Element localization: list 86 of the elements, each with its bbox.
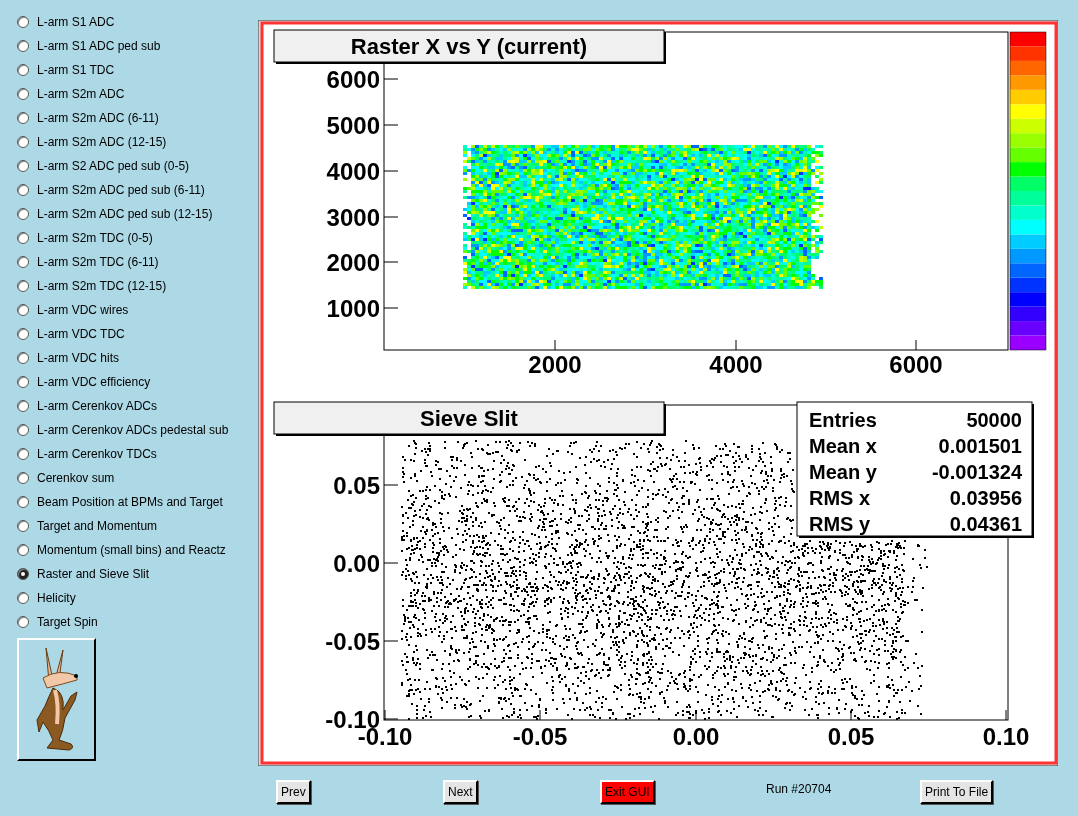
option-label[interactable]: L-arm S2m ADC [37, 85, 125, 103]
option-label[interactable]: L-arm S2m TDC (6-11) [37, 253, 159, 271]
stat-value: 0.04361 [949, 513, 1022, 535]
radio-button[interactable] [17, 520, 29, 532]
radio-button[interactable] [17, 136, 29, 148]
stat-label: Entries [809, 409, 877, 431]
option-label[interactable]: Target and Momentum [37, 517, 158, 535]
option-label[interactable]: L-arm S2m ADC ped sub (12-15) [37, 205, 213, 223]
axis-tick-label: 5000 [326, 112, 380, 139]
radio-button[interactable] [17, 304, 29, 316]
option-label[interactable]: L-arm VDC efficiency [37, 373, 151, 391]
radio-button[interactable] [17, 400, 29, 412]
radio-button[interactable] [17, 616, 29, 628]
axis-tick-label: 2000 [528, 351, 582, 378]
stat-value: -0.001324 [931, 461, 1022, 483]
option-label[interactable]: L-arm S2m TDC (0-5) [37, 229, 153, 247]
radio-button[interactable] [17, 256, 29, 268]
radio-button[interactable] [17, 208, 29, 220]
radio-button[interactable] [17, 64, 29, 76]
axis-tick-label: 6000 [889, 351, 943, 378]
axis-tick-label: 3000 [326, 204, 380, 231]
radio-button[interactable] [17, 16, 29, 28]
radio-button[interactable] [17, 592, 29, 604]
radio-button[interactable] [17, 448, 29, 460]
toolbar-button[interactable]: Exit GUI [600, 780, 655, 804]
stat-label: RMS x [809, 487, 871, 509]
plot-title: Raster X vs Y (current) [273, 29, 666, 64]
radio-button[interactable] [17, 40, 29, 52]
option-label[interactable]: L-arm S1 ADC ped sub [37, 37, 161, 55]
stat-value: 0.001501 [938, 435, 1022, 457]
stat-label: RMS y [809, 513, 871, 535]
option-label[interactable]: Target Spin [37, 613, 98, 631]
option-label[interactable]: Helicity [37, 589, 76, 607]
radio-button[interactable] [17, 544, 29, 556]
axis-tick-label: 1000 [326, 295, 380, 322]
axis-tick-label: 0.05 [333, 472, 380, 499]
stat-value: 0.03956 [949, 487, 1022, 509]
option-label[interactable]: L-arm S1 TDC [37, 61, 115, 79]
radio-button[interactable] [17, 352, 29, 364]
run-number-label: Run #20704 [766, 781, 832, 798]
radio-button[interactable] [17, 568, 29, 580]
radio-button[interactable] [17, 88, 29, 100]
axis-tick-label: 0.05 [827, 723, 875, 750]
stat-label: Mean y [809, 461, 877, 483]
option-label[interactable]: L-arm Cerenkov ADCs pedestal sub [37, 421, 229, 439]
radio-button[interactable] [17, 424, 29, 436]
radio-button[interactable] [17, 472, 29, 484]
toolbar-button[interactable]: Next [443, 780, 478, 804]
radio-button[interactable] [17, 496, 29, 508]
radio-button[interactable] [17, 232, 29, 244]
axis-tick-label: 0.00 [672, 723, 720, 750]
option-label[interactable]: Raster and Sieve Slit [37, 565, 150, 583]
option-label[interactable]: L-arm VDC hits [37, 349, 119, 367]
option-label[interactable]: Cerenkov sum [37, 469, 115, 487]
radio-button[interactable] [17, 160, 29, 172]
axis-tick-label: -0.05 [512, 723, 568, 750]
option-label[interactable]: L-arm VDC wires [37, 301, 129, 319]
option-label[interactable]: L-arm S2m ADC (12-15) [37, 133, 167, 151]
radio-button[interactable] [17, 376, 29, 388]
stat-label: Mean x [809, 435, 877, 457]
plot-title: Sieve Slit [273, 401, 666, 436]
option-label[interactable]: L-arm Cerenkov ADCs [37, 397, 158, 415]
radio-button[interactable] [17, 184, 29, 196]
option-label[interactable]: Momentum (small bins) and Reactz [37, 541, 226, 559]
axis-tick-label: 0.10 [982, 723, 1030, 750]
axis-tick-label: -0.05 [325, 628, 380, 655]
logo-button[interactable] [17, 638, 96, 761]
stat-value: 50000 [966, 409, 1022, 431]
option-label[interactable]: Beam Position at BPMs and Target [37, 493, 223, 511]
option-label[interactable]: L-arm Cerenkov TDCs [37, 445, 157, 463]
option-label[interactable]: L-arm S2m ADC ped sub (6-11) [37, 181, 205, 199]
axis-tick-label: 4000 [709, 351, 763, 378]
axis-tick-label: 6000 [326, 66, 380, 93]
radio-button[interactable] [17, 112, 29, 124]
toolbar-button[interactable]: Prev [276, 780, 311, 804]
toolbar-button[interactable]: Print To File [920, 780, 994, 804]
axis-tick-label: 4000 [326, 158, 380, 185]
option-label[interactable]: L-arm VDC TDC [37, 325, 125, 343]
option-label[interactable]: L-arm S2 ADC ped sub (0-5) [37, 157, 190, 175]
radio-button[interactable] [17, 280, 29, 292]
axis-tick-label: 0.00 [333, 550, 380, 577]
radio-button[interactable] [17, 328, 29, 340]
option-label[interactable]: L-arm S1 ADC [37, 13, 115, 31]
option-label[interactable]: L-arm S2m ADC (6-11) [37, 109, 159, 127]
axis-tick-label: 2000 [326, 249, 380, 276]
option-label[interactable]: L-arm S2m TDC (12-15) [37, 277, 167, 295]
